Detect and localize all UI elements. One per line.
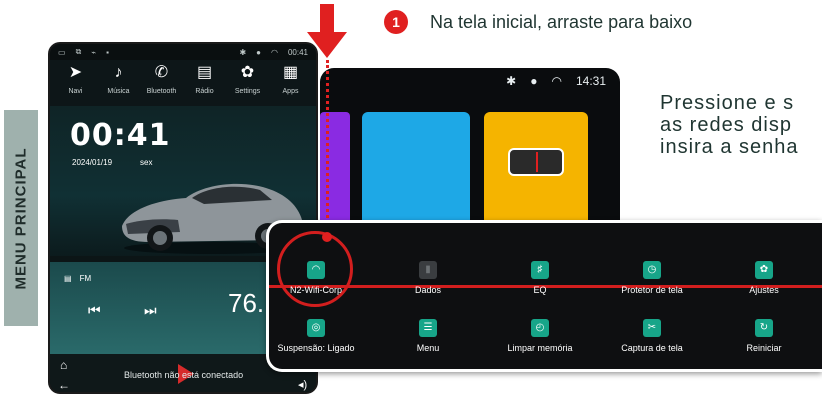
wifi-icon: ◠: [551, 74, 562, 88]
timer-icon: ◷: [643, 261, 661, 279]
menu-icon: ☰: [419, 319, 437, 337]
app-label: Bluetooth: [146, 88, 177, 95]
app-radio[interactable]: ▤ Rádio: [185, 64, 225, 106]
app-tile-purple[interactable]: [320, 112, 350, 228]
wifi-instruction: Pressione e s as redes disp insira a sen…: [660, 92, 799, 158]
phone-status-bar: ▭ ⧉ ⌁ ▪ ✱ ● ◠ 00:41: [50, 44, 316, 60]
back-icon[interactable]: ←: [58, 378, 70, 392]
dot-icon: ▪: [106, 47, 109, 57]
usb-icon: ⌁: [91, 47, 97, 57]
qs-label: Limpar memória: [507, 343, 573, 353]
qs-settings[interactable]: ✿ Ajustes: [709, 261, 819, 295]
equalizer-icon: ♯: [531, 261, 549, 279]
restart-icon: ↻: [755, 319, 773, 337]
qs-label: Reiniciar: [746, 343, 782, 353]
phone-status-time: 00:41: [287, 47, 308, 57]
side-label: MENU PRINCIPAL: [4, 110, 38, 326]
qs-label: EQ: [533, 285, 547, 295]
step-number-badge: 1: [384, 10, 408, 34]
qs-screenshot[interactable]: ✂ Captura de tela: [597, 319, 707, 353]
radio-dial-icon: [508, 148, 564, 176]
qs-suspend[interactable]: ◎ Suspensão: Ligado: [261, 319, 371, 353]
qs-label: Protetor de tela: [621, 285, 683, 295]
app-label: Música: [107, 88, 130, 95]
app-label: Rádio: [195, 88, 214, 95]
apps-icon: ▦: [282, 64, 299, 81]
qs-dados[interactable]: ▮ Dados: [373, 261, 483, 295]
app-tile-radio[interactable]: [484, 112, 588, 228]
app-music[interactable]: ♪ Música: [99, 64, 139, 106]
clock-day: sex: [140, 158, 153, 167]
app-apps[interactable]: ▦ Apps: [271, 64, 311, 106]
qs-clear-memory[interactable]: ◴ Limpar memória: [485, 319, 595, 353]
signal-icon: ▮: [419, 261, 437, 279]
settings-icon: ✿: [755, 261, 773, 279]
wifi-icon: ◠: [307, 261, 325, 279]
app-bluetooth[interactable]: ✆ Bluetooth: [142, 64, 182, 106]
app-navi[interactable]: ➤ Navi: [56, 64, 96, 106]
radio-icon: ▤: [64, 274, 72, 283]
swipe-arrow-shaft: [320, 4, 334, 34]
clock-date: 2024/01/19: [72, 158, 113, 167]
landscape-head-unit: ✱ ● ◠ 14:31: [320, 68, 620, 228]
wifi-icon: ◠: [270, 47, 278, 57]
app-tile-blue[interactable]: [362, 112, 470, 228]
qs-screensaver[interactable]: ◷ Protetor de tela: [597, 261, 707, 295]
copy-icon: ⧉: [75, 47, 82, 56]
location-icon: ●: [256, 47, 261, 57]
swipe-down-arrow-icon: [307, 32, 347, 58]
landscape-status-bar: ✱ ● ◠ 14:31: [506, 74, 606, 88]
qs-label: Captura de tela: [621, 343, 683, 353]
landscape-time: 14:31: [575, 74, 606, 88]
swipe-guide-dot: [322, 232, 332, 242]
radio-band: ▤ FM: [64, 274, 91, 283]
clock-time: 00:41: [70, 118, 171, 153]
qs-label: Suspensão: Ligado: [277, 343, 355, 353]
screenshot-icon: ✂: [643, 319, 661, 337]
location-icon: ●: [530, 74, 538, 88]
radio-frequency: 76.: [228, 288, 265, 318]
qs-wifi[interactable]: ◠ N2-Wifi-Corp: [261, 261, 371, 295]
next-icon[interactable]: ⏭: [144, 302, 157, 319]
swipe-guide-line: [326, 60, 329, 236]
home-icon[interactable]: ⌂: [60, 358, 67, 372]
radio-icon: ▤: [196, 64, 213, 81]
window-icon: ▭: [58, 47, 66, 57]
navigation-icon: ➤: [68, 64, 83, 81]
phone-icon: ✆: [154, 64, 169, 81]
qs-label: Menu: [416, 343, 440, 353]
gear-icon: ✿: [240, 64, 255, 81]
quick-settings-panel: ◠ N2-Wifi-Corp ▮ Dados ♯ EQ ◷ Protetor d…: [266, 220, 822, 372]
side-label-text: MENU PRINCIPAL: [12, 146, 30, 290]
tutorial-graphic: MENU PRINCIPAL 1 Na tela inicial, arrast…: [0, 0, 822, 394]
step-instruction: Na tela inicial, arraste para baixo: [430, 12, 693, 32]
qs-label: Ajustes: [749, 285, 779, 295]
previous-icon[interactable]: ⏮: [88, 302, 101, 319]
qs-label: Dados: [414, 285, 441, 295]
radio-band-label: FM: [79, 274, 92, 283]
qs-label: N2-Wifi-Corp: [289, 285, 342, 295]
bluetooth-status: Bluetooth não está conectado: [124, 370, 244, 380]
suspend-icon: ◎: [307, 319, 325, 337]
bluetooth-icon: ✱: [239, 47, 247, 57]
qs-menu[interactable]: ☰ Menu: [373, 319, 483, 353]
app-label: Settings: [234, 88, 261, 95]
qs-eq[interactable]: ♯ EQ: [485, 261, 595, 295]
volume-icon[interactable]: ◂): [298, 378, 307, 391]
app-label: Navi: [68, 88, 83, 95]
app-dock: ➤ Navi ♪ Música ✆ Bluetooth ▤ Rádio ✿ Se…: [50, 60, 316, 106]
qs-restart[interactable]: ↻ Reiniciar: [709, 319, 819, 353]
clean-memory-icon: ◴: [531, 319, 549, 337]
app-label: Apps: [282, 88, 299, 95]
music-icon: ♪: [114, 64, 123, 81]
app-settings[interactable]: ✿ Settings: [228, 64, 268, 106]
bluetooth-icon: ✱: [506, 74, 517, 88]
